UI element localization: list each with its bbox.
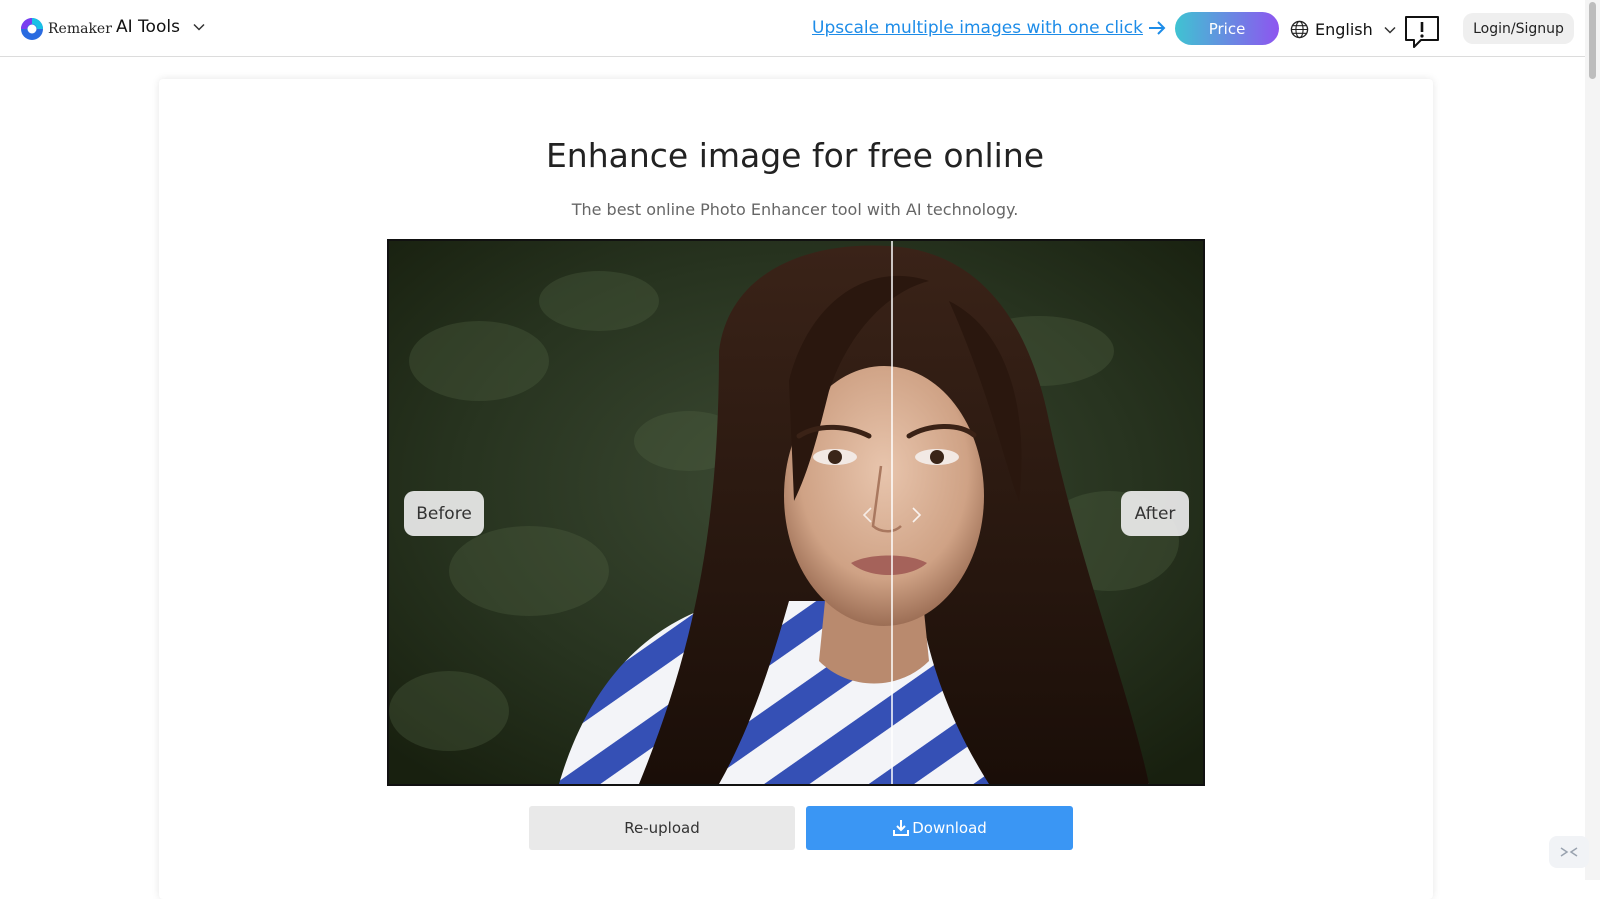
- after-label: After: [1121, 491, 1189, 536]
- chevron-left-right-icon[interactable]: [859, 505, 925, 525]
- page-subtitle: The best online Photo Enhancer tool with…: [571, 200, 1019, 219]
- top-navbar: Remaker AI Tools Upscale multiple images…: [0, 0, 1585, 57]
- ai-tools-menu[interactable]: AI Tools: [116, 17, 206, 37]
- ai-tools-label: AI Tools: [116, 17, 180, 37]
- portrait-photo: [389, 241, 1203, 784]
- download-label: Download: [912, 819, 987, 837]
- brand-name: Remaker: [48, 21, 112, 37]
- price-button[interactable]: Price: [1175, 12, 1279, 45]
- chevron-down-icon: [193, 23, 205, 31]
- page-title: Enhance image for free online: [545, 136, 1045, 175]
- feedback-icon[interactable]: [1404, 15, 1440, 49]
- login-signup-button[interactable]: Login/Signup: [1463, 13, 1574, 44]
- reupload-button[interactable]: Re-upload: [529, 806, 795, 850]
- before-label: Before: [404, 491, 484, 536]
- page-scrollbar[interactable]: [1585, 0, 1600, 880]
- globe-icon: [1290, 20, 1309, 39]
- language-label: English: [1315, 20, 1373, 39]
- chevron-down-icon: [1384, 26, 1396, 34]
- before-after-comparison[interactable]: Before After: [387, 239, 1205, 786]
- download-button[interactable]: Download: [806, 806, 1073, 850]
- brand-logo[interactable]: Remaker: [20, 17, 112, 41]
- upscale-batch-link[interactable]: Upscale multiple images with one click: [812, 18, 1167, 38]
- collapse-widget-icon[interactable]: [1549, 836, 1589, 868]
- scrollbar-thumb[interactable]: [1589, 2, 1596, 79]
- download-icon: [893, 820, 910, 836]
- arrow-right-icon: [1148, 21, 1166, 35]
- remaker-logo-icon: [21, 18, 43, 40]
- language-selector[interactable]: English: [1290, 20, 1397, 39]
- upscale-batch-link-label: Upscale multiple images with one click: [812, 18, 1143, 38]
